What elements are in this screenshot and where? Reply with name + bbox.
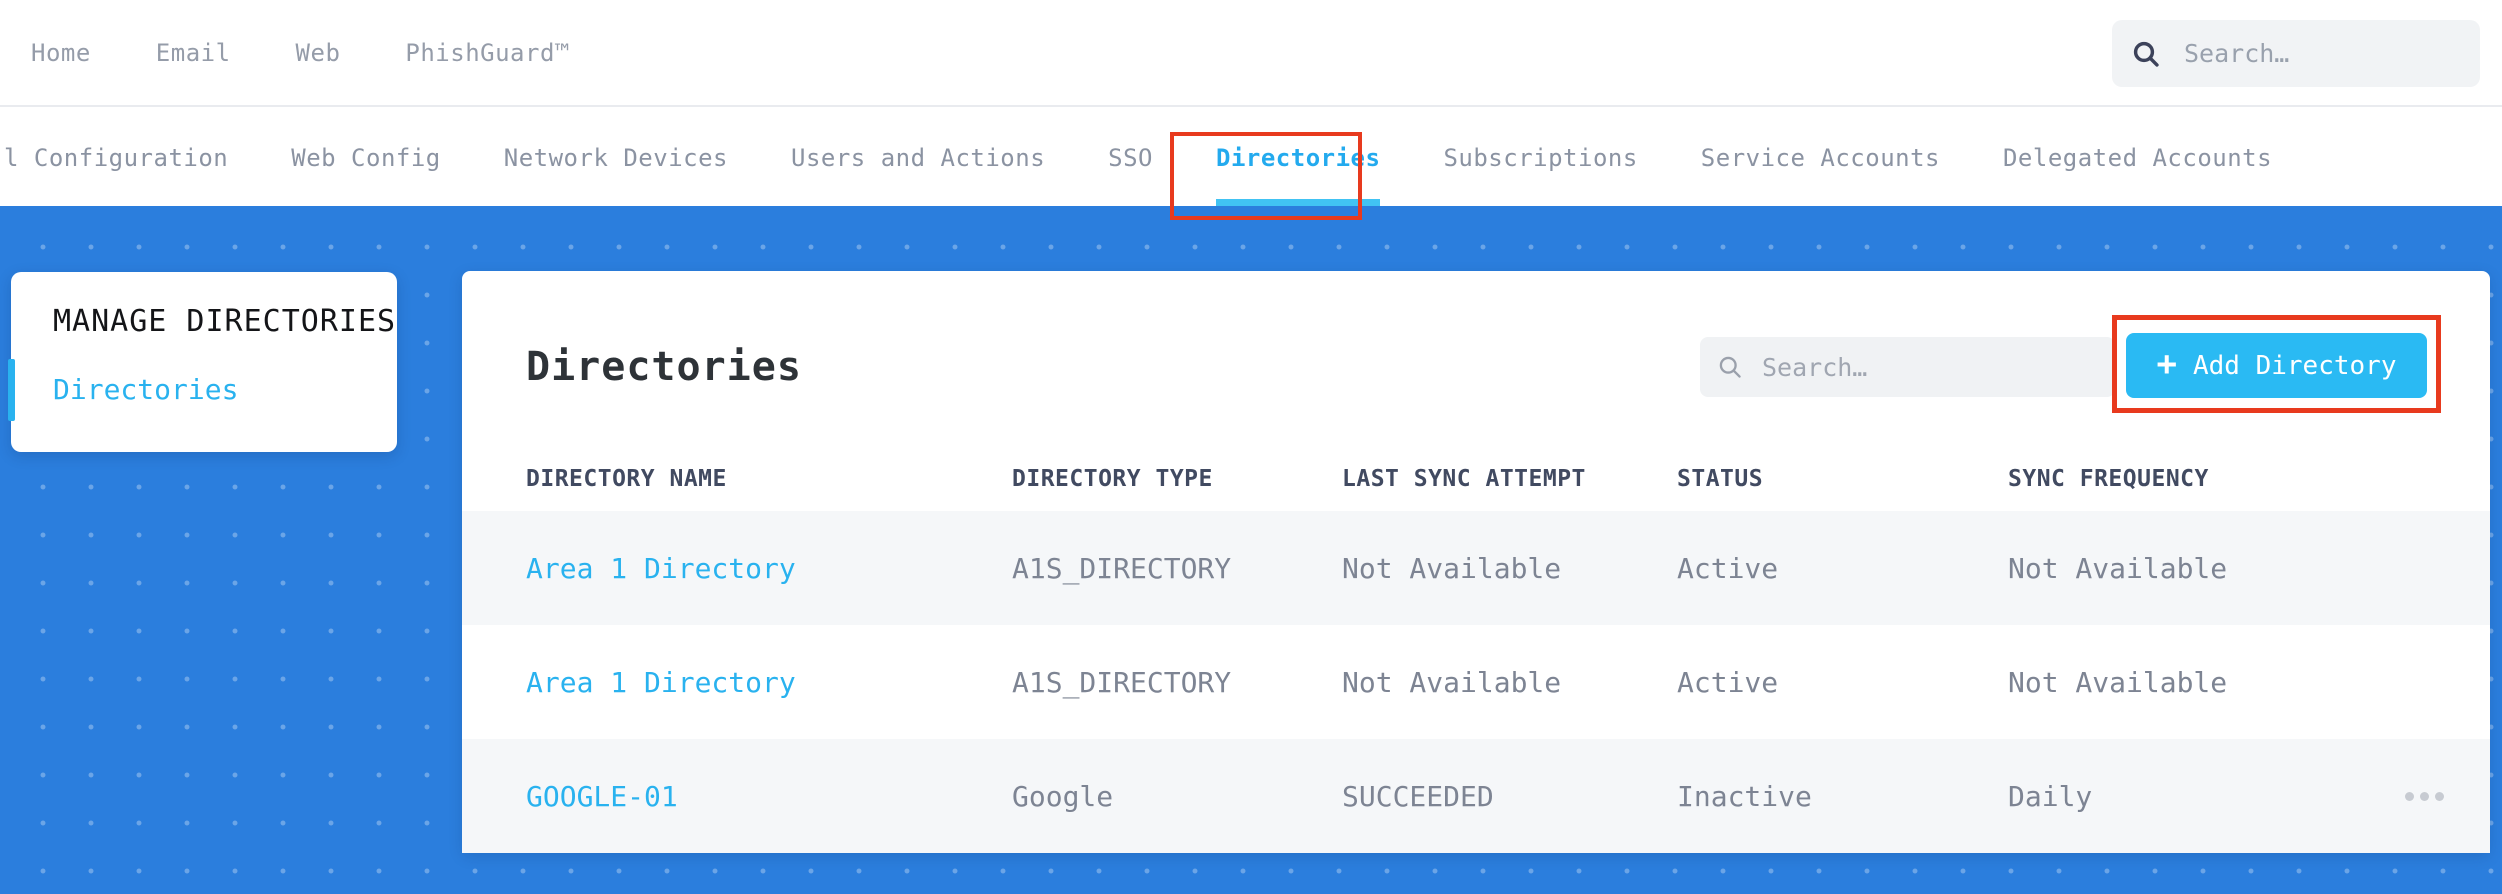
top-nav: Home Email Web PhishGuard™: [31, 39, 570, 67]
screen: Home Email Web PhishGuard™ l Configurati…: [0, 0, 2502, 894]
directory-type-cell: A1S_DIRECTORY: [1012, 665, 1232, 699]
tab-label: Delegated Accounts: [2002, 143, 2273, 172]
global-search-input[interactable]: [2184, 39, 2444, 68]
sidebar-item-directories[interactable]: Directories: [8, 359, 397, 421]
tab[interactable]: Service Accounts: [1701, 109, 1940, 206]
tab-label: Users and Actions: [791, 143, 1046, 172]
tab-label: l Configuration: [4, 143, 229, 172]
tab[interactable]: Directories: [1216, 109, 1381, 206]
last-sync-cell: SUCCEEDED: [1342, 779, 1494, 813]
tab-label: Subscriptions: [1443, 143, 1638, 172]
tab[interactable]: SSO: [1108, 109, 1153, 206]
tab[interactable]: Users and Actions: [791, 109, 1045, 206]
directory-name-link[interactable]: Area 1 Directory: [526, 552, 1012, 585]
sync-frequency-cell: Daily: [2008, 779, 2093, 813]
tab[interactable]: Network Devices: [504, 109, 728, 206]
last-sync-cell: Not Available: [1342, 665, 1562, 699]
directories-search: [1700, 337, 2115, 397]
tab[interactable]: l Configuration: [4, 109, 228, 206]
column-header-directory-type: DIRECTORY TYPE: [1012, 466, 1213, 492]
sidebar-title: MANAGE DIRECTORIES: [53, 304, 397, 339]
column-header-status: STATUS: [1677, 466, 1764, 492]
tab[interactable]: Subscriptions: [1443, 109, 1637, 206]
manage-directories-card: MANAGE DIRECTORIES Directories: [8, 272, 397, 452]
table-row: Area 1 Directory A1S_DIRECTORY Not Avail…: [462, 625, 2490, 739]
directory-name-link[interactable]: Area 1 Directory: [526, 666, 1012, 699]
column-header-sync-frequency: SYNC FREQUENCY: [2008, 466, 2209, 492]
table-header-row: DIRECTORY NAME DIRECTORY TYPE LAST SYNC …: [462, 447, 2490, 511]
add-directory-label: Add Directory: [2192, 350, 2397, 381]
tab[interactable]: Web Config: [291, 109, 441, 206]
last-sync-cell: Not Available: [1342, 551, 1562, 585]
tab-label: Directories: [1216, 143, 1381, 172]
tab-label: Network Devices: [503, 143, 728, 172]
add-directory-button[interactable]: + Add Directory: [2126, 333, 2427, 398]
column-header-last-sync: LAST SYNC ATTEMPT: [1342, 466, 1586, 492]
tab-label: Service Accounts: [1700, 143, 1940, 172]
top-nav-item[interactable]: Email: [156, 39, 231, 67]
global-search: [2112, 20, 2480, 87]
top-nav-item[interactable]: Web: [296, 39, 341, 67]
directories-panel: Directories + Add Directory DIRECTORY NA…: [462, 271, 2490, 853]
status-cell: Active: [1677, 665, 1779, 699]
status-cell: Inactive: [1677, 779, 1812, 813]
directories-table: DIRECTORY NAME DIRECTORY TYPE LAST SYNC …: [462, 447, 2490, 853]
sync-frequency-cell: Not Available: [2008, 551, 2228, 585]
tab-label: SSO: [1108, 143, 1153, 172]
directories-search-input[interactable]: [1762, 352, 2062, 382]
column-header-directory-name: DIRECTORY NAME: [526, 466, 727, 492]
table-row: GOOGLE-01 Google SUCCEEDED Inactive Dail…: [462, 739, 2490, 853]
sync-frequency-cell: Not Available: [2008, 665, 2228, 699]
status-cell: Active: [1677, 551, 1779, 585]
plus-icon: +: [2156, 344, 2177, 384]
search-icon: [2133, 41, 2159, 67]
tab[interactable]: Delegated Accounts: [2003, 109, 2272, 206]
settings-tab-bar: l Configuration Web Config Network Devic…: [0, 109, 2502, 206]
table-row: Area 1 Directory A1S_DIRECTORY Not Avail…: [462, 511, 2490, 625]
top-nav-item[interactable]: PhishGuard™: [405, 39, 569, 67]
more-actions-icon[interactable]: [2399, 786, 2450, 807]
top-bar: Home Email Web PhishGuard™: [0, 0, 2502, 107]
directory-name-link[interactable]: GOOGLE-01: [526, 780, 1012, 813]
search-icon: [1719, 356, 1741, 378]
panel-title: Directories: [526, 344, 802, 390]
tab-label: Web Config: [291, 143, 441, 172]
directory-type-cell: Google: [1012, 779, 1114, 813]
top-nav-item[interactable]: Home: [31, 39, 91, 67]
directory-type-cell: A1S_DIRECTORY: [1012, 551, 1232, 585]
